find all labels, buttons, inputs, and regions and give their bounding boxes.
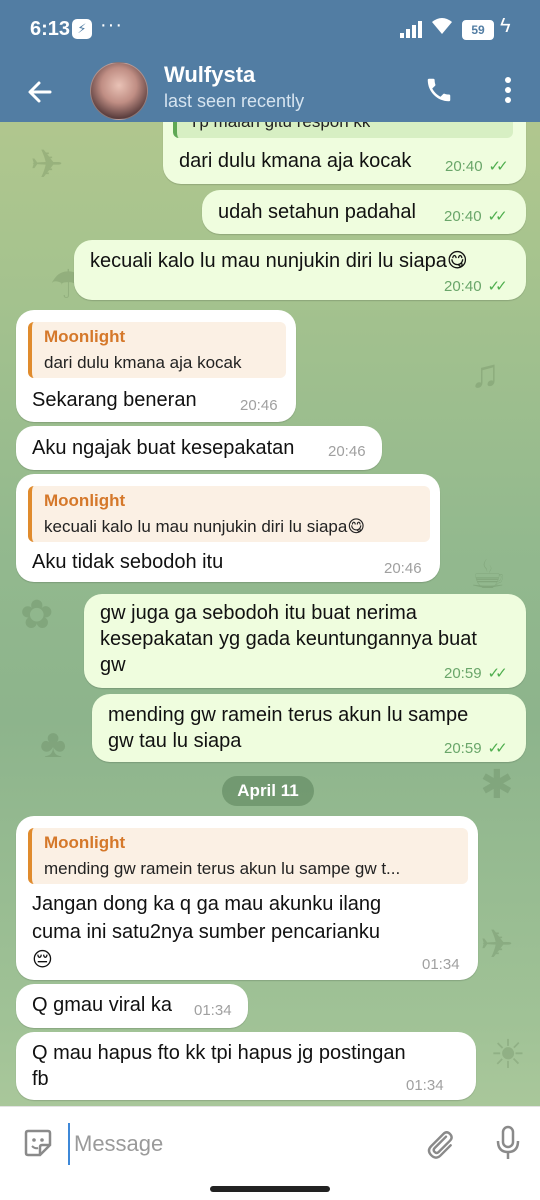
reply-text: dari dulu kmana aja kocak [44,353,242,372]
status-bar: 6:13 ⚡ ··· 59 ϟ [0,0,540,62]
read-ticks-icon: ✓✓ [487,665,508,682]
reply-sender-name: Moonlight [44,327,126,346]
avatar[interactable] [90,62,148,120]
home-gesture-handle[interactable] [210,1186,330,1192]
message-text: Jangan dong ka q ga mau akunku ilang cum… [32,893,382,971]
emoji-button[interactable] [22,1127,54,1159]
wallpaper-doodle: ♫ [470,352,500,396]
microphone-icon [496,1125,520,1159]
message-list[interactable]: ✈ ☂ ♫ ✿ ☕ ♣ ✱ ✈ ☀ Tp malah gitu respon k… [0,122,540,1106]
message-bubble-outgoing[interactable]: kecuali kalo lu mau nunjukin diri lu sia… [74,240,526,300]
more-vert-icon [505,77,511,103]
system-nav-bar [0,1180,540,1200]
message-time: 20:46 [240,397,278,414]
status-time: 6:13 [30,18,71,40]
attach-button[interactable] [424,1127,456,1161]
back-button[interactable] [20,70,60,114]
message-composer [0,1106,540,1181]
message-text: Aku ngajak buat kesepakatan [32,437,295,459]
wallpaper-doodle: ✱ [480,763,514,807]
message-bubble-incoming[interactable]: Q mau hapus fto kk tpi hapus jg postinga… [16,1032,476,1100]
reply-text: kecuali kalo lu mau nunjukin diri lu sia… [44,517,366,536]
signal-icon [400,20,424,38]
read-ticks-icon: ✓✓ [488,158,509,175]
message-time: 01:34 [422,956,460,973]
voice-message-button[interactable] [494,1125,522,1161]
arrow-left-icon [28,81,52,103]
message-text: gw juga ga sebodoh itu buat nerima kesep… [100,602,477,676]
message-text: Q gmau viral ka [32,994,173,1016]
message-bubble-outgoing[interactable]: udah setahun padahal 20:40 ✓✓ [202,190,526,234]
message-bubble-outgoing[interactable]: Tp malah gitu respon kk dari dulu kmana … [163,122,526,184]
more-notifications-indicator: ··· [100,14,123,36]
messenger-notification-icon: ⚡ [72,19,92,39]
reply-preview[interactable]: Moonlight mending gw ramein terus akun l… [28,828,468,884]
sticker-emoji-icon [24,1129,52,1157]
wallpaper-doodle: ♣ [40,722,67,766]
message-bubble-incoming[interactable]: Aku ngajak buat kesepakatan 20:46 [16,426,382,470]
paperclip-icon [427,1131,453,1159]
message-text: udah setahun padahal [218,201,416,223]
call-button[interactable] [424,70,460,110]
reply-sender-name: Moonlight [44,491,126,510]
telegram-chat-screen: 6:13 ⚡ ··· 59 ϟ Wulfysta last seen recen… [0,0,540,1200]
message-bubble-incoming[interactable]: Moonlight kecuali kalo lu mau nunjukin d… [16,474,440,582]
reply-preview[interactable]: Tp malah gitu respon kk [173,122,513,138]
contact-status: last seen recently [164,91,305,111]
read-ticks-icon: ✓✓ [487,278,508,295]
message-text: Q mau hapus fto kk tpi hapus jg postinga… [32,1042,406,1090]
message-text: Sekarang beneran [32,389,197,411]
message-time: 20:59 ✓✓ [444,740,508,757]
message-bubble-outgoing[interactable]: mending gw ramein terus akun lu sampe gw… [92,694,526,762]
more-options-button[interactable] [494,68,522,112]
message-time: 20:40 ✓✓ [444,208,508,225]
message-text: kecuali kalo lu mau nunjukin diri lu sia… [90,250,468,272]
message-time: 20:40 ✓✓ [445,158,509,175]
wallpaper-doodle: ✈ [30,143,64,187]
charging-icon: ϟ [500,15,511,37]
message-time: 20:40 ✓✓ [444,278,508,295]
wallpaper-doodle: ✿ [20,593,54,637]
message-input[interactable] [68,1123,396,1165]
message-time: 01:34 [406,1077,444,1094]
message-text: dari dulu kmana aja kocak [179,150,412,172]
message-text: Aku tidak sebodoh itu [32,551,224,573]
wifi-icon [430,16,454,42]
phone-icon [427,78,451,102]
reply-preview[interactable]: Moonlight kecuali kalo lu mau nunjukin d… [28,486,430,542]
message-bubble-incoming[interactable]: Moonlight mending gw ramein terus akun l… [16,816,478,980]
message-time: 20:59 ✓✓ [444,665,508,682]
wallpaper-doodle: ✈ [480,923,514,967]
chat-header: Wulfysta last seen recently [0,62,540,122]
wallpaper-doodle: ☀ [490,1033,526,1077]
message-bubble-incoming[interactable]: Moonlight dari dulu kmana aja kocak Seka… [16,310,296,422]
wallpaper-doodle: ☕ [470,553,506,597]
reply-text: mending gw ramein terus akun lu sampe gw… [44,859,401,878]
message-time: 20:46 [384,560,422,577]
message-time: 01:34 [194,1002,232,1019]
reply-sender-name: Moonlight [44,833,126,852]
message-bubble-incoming[interactable]: Q gmau viral ka 01:34 [16,984,248,1028]
battery-icon: 59 [462,20,494,40]
read-ticks-icon: ✓✓ [487,208,508,225]
message-bubble-outgoing[interactable]: gw juga ga sebodoh itu buat nerima kesep… [84,594,526,688]
message-time: 20:46 [328,443,366,460]
read-ticks-icon: ✓✓ [487,740,508,757]
contact-name[interactable]: Wulfysta [164,62,255,88]
message-text: mending gw ramein terus akun lu sampe gw… [108,704,469,752]
reply-text: Tp malah gitu respon kk [189,122,370,132]
date-separator: April 11 [222,776,314,806]
reply-preview[interactable]: Moonlight dari dulu kmana aja kocak [28,322,286,378]
